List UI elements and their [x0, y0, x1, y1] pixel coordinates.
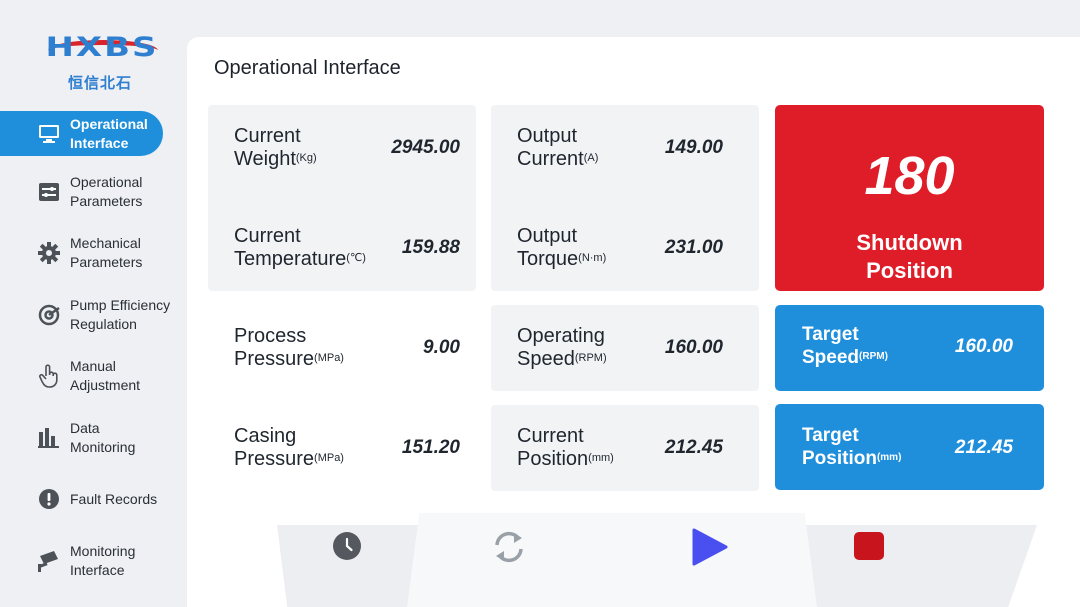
metric-value: 212.45 [664, 437, 723, 458]
sidebar-item-monitoring-interface[interactable]: Monitoring Interface [0, 530, 186, 592]
shutdown-position-card: 180 Shutdown Position [775, 105, 1044, 291]
sidebar-item-pump-efficiency-regulation[interactable]: Pump Efficiency Regulation [0, 284, 186, 346]
history-button[interactable] [332, 531, 362, 565]
metric-output-current: Output Current(A) 149.00 [491, 123, 759, 173]
metrics-card-left-top: Current Weight(Kg) 2945.00 Current Tempe… [208, 105, 476, 291]
target-position-value: 212.45 [954, 437, 1013, 458]
metric-output-torque: Output Torque(N·m) 231.00 [491, 223, 759, 273]
reset-button[interactable] [487, 531, 531, 567]
sidebar: HXBS 恒信北石 Operational Interface Operatio… [0, 0, 186, 607]
control-bar [277, 513, 1037, 607]
sidebar-item-mechanical-parameters[interactable]: Mechanical Parameters [0, 223, 186, 285]
sidebar-item-label: Mechanical Parameters [70, 235, 143, 271]
metric-process-pressure: Process Pressure(MPa) 9.00 [208, 323, 476, 373]
stop-button[interactable] [852, 531, 886, 565]
sidebar-item-operational-interface[interactable]: Operational Interface [0, 107, 186, 161]
sidebar-item-label: Operational Parameters [70, 173, 143, 209]
target-position-card[interactable]: Target Position(mm) 212.45 [775, 404, 1044, 490]
main-panel: Operational Interface Current Weight(Kg)… [187, 37, 1080, 607]
logo-text: HXBS [45, 32, 159, 64]
metric-label: Current Temperature(℃) [234, 225, 366, 270]
alert-icon [36, 486, 62, 512]
page-title: Operational Interface [214, 57, 401, 79]
hand-pointer-icon [36, 363, 62, 389]
metrics-card-left-bottom: Process Pressure(MPa) 9.00 Casing Pressu… [208, 305, 476, 491]
sidebar-item-label: Fault Records [70, 490, 158, 507]
sidebar-item-label: Data Monitoring [70, 419, 136, 455]
metric-label: Operating Speed(RPM) [517, 325, 607, 370]
metrics-card-current-position: Current Position(mm) 212.45 [491, 405, 759, 491]
metric-value: 159.88 [401, 237, 460, 258]
metric-current-temperature: Current Temperature(℃) 159.88 [208, 223, 476, 273]
metric-value: 2945.00 [391, 137, 460, 158]
metric-label: Output Torque(N·m) [517, 225, 607, 270]
brand-logo: HXBS 恒信北石 [24, 30, 174, 94]
logo-subtitle: 恒信北石 [67, 74, 132, 92]
clock-icon [333, 531, 361, 565]
metric-value: 231.00 [664, 237, 723, 258]
sidebar-item-label: Operational Interface [70, 116, 148, 151]
metric-value: 9.00 [423, 337, 460, 358]
target-speed-card[interactable]: Target Speed(RPM) 160.00 [775, 305, 1044, 391]
bar-chart-icon [36, 425, 62, 451]
sidebar-item-operational-parameters[interactable]: Operational Parameters [0, 161, 186, 223]
sidebar-item-label: Manual Adjustment [70, 358, 141, 394]
metric-operating-speed: Operating Speed(RPM) 160.00 [491, 323, 759, 373]
sidebar-item-label: Monitoring Interface [70, 542, 136, 578]
metrics-card-mid-top: Output Current(A) 149.00 Output Torque(N… [491, 105, 759, 291]
sidebar-item-manual-adjustment[interactable]: Manual Adjustment [0, 346, 186, 408]
monitor-icon [36, 121, 62, 147]
gear-icon [36, 240, 62, 266]
metric-current-position: Current Position(mm) 212.45 [491, 423, 759, 473]
sidebar-item-label: Pump Efficiency Regulation [70, 296, 171, 332]
metrics-card-operating-speed: Operating Speed(RPM) 160.00 [491, 305, 759, 391]
sidebar-nav: Operational Interface Operational Parame… [0, 107, 186, 592]
shutdown-position-label: Shutdown Position [856, 230, 963, 283]
target-position-label: Target Position(mm) [802, 425, 902, 469]
metric-value: 151.20 [401, 437, 460, 458]
camera-icon [36, 548, 62, 574]
metric-label: Current Weight(Kg) [234, 125, 317, 170]
control-bar-right-segment [797, 525, 1037, 607]
target-icon [36, 302, 62, 328]
target-speed-value: 160.00 [954, 336, 1013, 357]
metric-value: 160.00 [664, 337, 723, 358]
sidebar-item-fault-records[interactable]: Fault Records [0, 469, 186, 531]
metric-label: Casing Pressure(MPa) [234, 425, 344, 470]
target-speed-label: Target Speed(RPM) [802, 324, 888, 368]
metric-current-weight: Current Weight(Kg) 2945.00 [208, 123, 476, 173]
shutdown-position-value: 180 [864, 146, 955, 206]
metric-label: Process Pressure(MPa) [234, 325, 344, 370]
refresh-icon [489, 529, 529, 570]
start-button[interactable] [687, 528, 731, 571]
metric-label: Current Position(mm) [517, 425, 614, 470]
stop-icon [853, 531, 885, 566]
metric-casing-pressure: Casing Pressure(MPa) 151.20 [208, 423, 476, 473]
sidebar-item-data-monitoring[interactable]: Data Monitoring [0, 407, 186, 469]
control-bar-center-segment [407, 513, 817, 607]
play-icon [690, 528, 728, 571]
sliders-icon [36, 179, 62, 205]
metric-value: 149.00 [664, 137, 723, 158]
metric-label: Output Current(A) [517, 125, 599, 170]
